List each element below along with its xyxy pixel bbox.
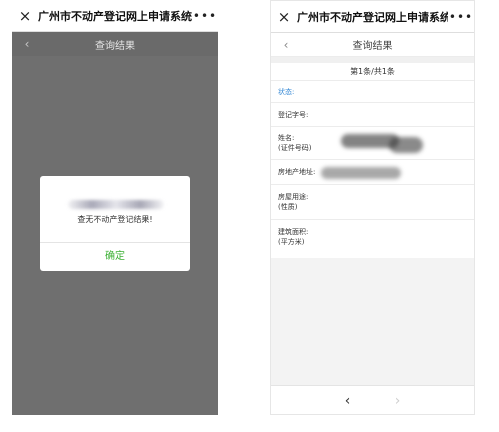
right-phone-screen: × 广州市不动产登记网上申请系统 ••• ‹ 查询结果 第1条/共1条 状态: … xyxy=(270,0,475,415)
field-owner-name: 姓名: (证件号码) xyxy=(271,127,474,160)
field-building-area: 建筑面积: (平方米) xyxy=(271,220,474,258)
redacted-address-smudge xyxy=(321,167,401,179)
record-page-count: 第1条/共1条 xyxy=(271,63,474,81)
field-label-area-unit: (平方米) xyxy=(278,238,305,246)
next-page-button[interactable]: › xyxy=(373,386,423,415)
pagination-bar: ‹ › xyxy=(271,385,474,415)
alert-dialog: 查无不动产登记结果! 确定 xyxy=(40,176,190,271)
close-icon[interactable]: × xyxy=(271,1,297,33)
field-label-address: 房地产地址: xyxy=(278,168,316,176)
field-property-address: 房地产地址: xyxy=(271,160,474,185)
field-registration-number: 登记字号: xyxy=(271,103,474,127)
field-label-id-number: (证件号码) xyxy=(278,144,312,152)
field-housing-usage: 房屋用途: (性质) xyxy=(271,185,474,220)
window-title: 广州市不动产登记网上申请系统 xyxy=(38,9,192,23)
previous-page-button[interactable]: ‹ xyxy=(323,386,373,415)
window-title: 广州市不动产登记网上申请系统 xyxy=(297,10,448,24)
field-label-usage: 房屋用途: xyxy=(278,193,309,201)
field-label-area: 建筑面积: xyxy=(278,228,309,236)
page-title: 查询结果 xyxy=(95,40,135,52)
wechat-title-bar: × 广州市不动产登记网上申请系统 ••• xyxy=(12,0,218,32)
more-options-icon[interactable]: ••• xyxy=(192,9,218,23)
back-icon[interactable]: ‹ xyxy=(279,33,293,57)
more-options-icon[interactable]: ••• xyxy=(448,10,474,24)
page-header: ‹ 查询结果 xyxy=(12,32,218,56)
field-status: 状态: xyxy=(271,81,474,103)
dialog-body: 查无不动产登记结果! xyxy=(40,176,190,242)
left-phone-screen: × 广州市不动产登记网上申请系统 ••• ‹ 查询结果 查无不动产登记结果! 确… xyxy=(12,0,218,415)
field-label-name: 姓名: xyxy=(278,134,295,142)
wechat-title-bar: × 广州市不动产登记网上申请系统 ••• xyxy=(271,1,474,33)
page-title: 查询结果 xyxy=(352,41,393,52)
field-label-status: 状态: xyxy=(278,88,295,96)
field-label-registration-number: 登记字号: xyxy=(278,111,309,119)
close-icon[interactable]: × xyxy=(12,0,38,32)
redacted-text-blur xyxy=(68,200,164,209)
dialog-message: 查无不动产登记结果! xyxy=(77,215,153,224)
redacted-id-smudge xyxy=(389,137,423,153)
confirm-button[interactable]: 确定 xyxy=(40,243,190,271)
field-label-usage-nature: (性质) xyxy=(278,203,298,211)
result-card: 第1条/共1条 状态: 登记字号: 姓名: (证件号码) 房地产地址: 房屋用途… xyxy=(271,63,474,258)
back-icon[interactable]: ‹ xyxy=(20,32,34,56)
page-header: ‹ 查询结果 xyxy=(271,33,474,57)
